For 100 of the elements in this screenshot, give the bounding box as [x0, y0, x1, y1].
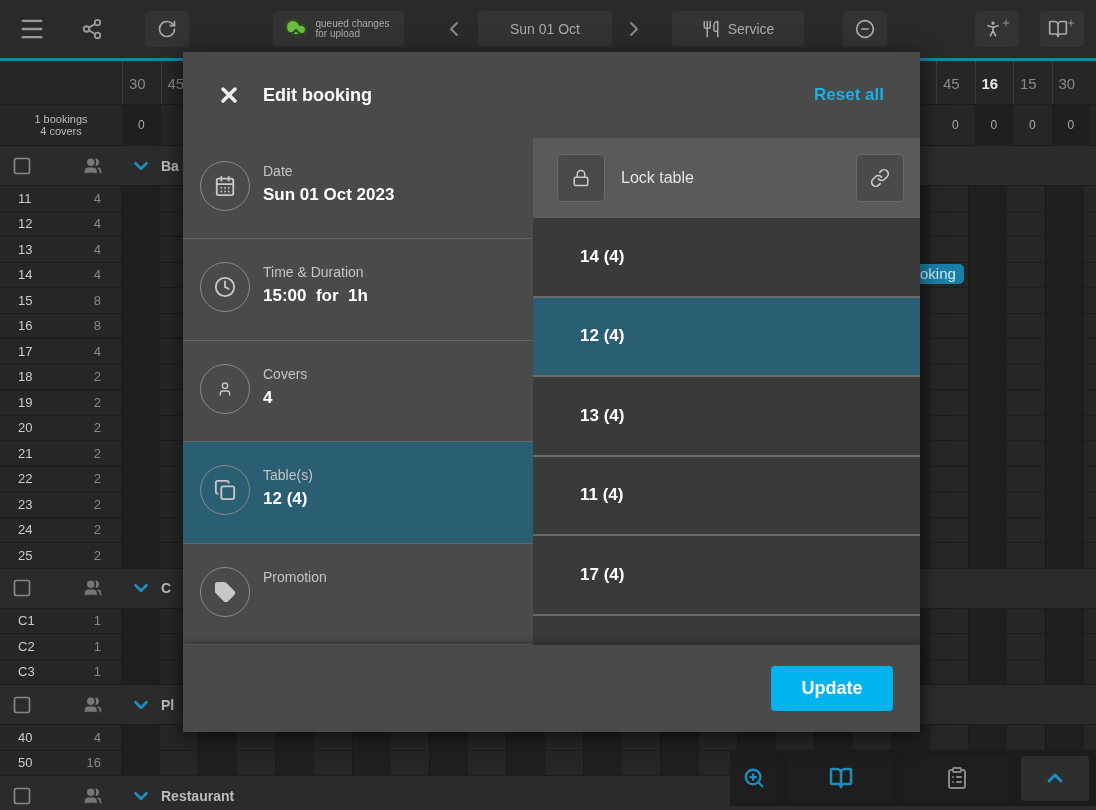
table-covers: 2	[70, 441, 122, 466]
table-name: 16	[0, 313, 70, 338]
link-icon	[870, 168, 890, 188]
table-name: 50	[0, 750, 70, 775]
field-value: Sun 01 Oct 2023	[263, 185, 395, 205]
date-button[interactable]: Sun 01 Oct	[478, 11, 612, 47]
time-label: 16	[974, 61, 1013, 104]
table-name: 21	[0, 441, 70, 466]
count-cell: 0	[974, 105, 1013, 145]
table-covers: 1	[70, 659, 122, 684]
field-value: 12 (4)	[263, 489, 309, 510]
table-covers: 2	[70, 492, 122, 517]
table-covers: 4	[70, 725, 122, 750]
refresh-icon	[157, 19, 177, 39]
block-button[interactable]	[843, 11, 887, 47]
table-name: C3	[0, 659, 70, 684]
booking-field[interactable]: Table(s) 12 (4)	[183, 442, 533, 544]
table-name: 17	[0, 339, 70, 364]
minus-circle-icon	[855, 19, 875, 39]
people-icon	[84, 786, 102, 805]
book-icon	[1048, 19, 1068, 39]
table-name: 20	[0, 415, 70, 440]
table-covers: 8	[70, 288, 122, 313]
people-icon	[84, 695, 102, 714]
table-covers: 4	[70, 211, 122, 236]
refresh-button[interactable]	[145, 11, 189, 47]
table-option[interactable]: 12 (4)	[533, 297, 920, 377]
booking-summary: 1 bookings	[34, 113, 88, 125]
time-label: 45	[936, 61, 975, 104]
table-name: 40	[0, 725, 70, 750]
field-label: Table(s)	[263, 467, 313, 484]
table-name: 25	[0, 543, 70, 568]
table-covers: 4	[70, 237, 122, 262]
clipboard-icon	[945, 766, 969, 790]
booking-field[interactable]: Date Sun 01 Oct 2023	[183, 138, 533, 240]
plus-icon	[1066, 18, 1076, 28]
fork-knife-icon	[701, 20, 720, 38]
booking-summary: 4 covers	[40, 125, 82, 137]
time-label: 15	[1013, 61, 1052, 104]
section-name: Ba	[161, 157, 179, 174]
queued-changes-button[interactable]: queued changes for upload	[273, 11, 404, 47]
table-covers: 4	[70, 339, 122, 364]
field-label: Promotion	[263, 568, 327, 585]
table-covers: 2	[70, 543, 122, 568]
calendar-icon	[214, 175, 236, 197]
table-name: 18	[0, 364, 70, 389]
checkbox-icon[interactable]	[12, 785, 32, 806]
people-icon	[84, 156, 102, 175]
table-name: C2	[0, 634, 70, 659]
time-label: 30	[1051, 61, 1090, 104]
table-covers: 4	[70, 186, 122, 211]
person-icon	[217, 380, 233, 397]
clock-icon	[214, 276, 236, 299]
table-icon	[214, 479, 236, 502]
link-button[interactable]	[856, 154, 904, 202]
plus-icon	[1001, 18, 1011, 28]
booking-field[interactable]: Covers 4	[183, 340, 533, 443]
section-name: C	[161, 580, 172, 596]
table-covers: 2	[70, 415, 122, 440]
lock-label: Lock table	[621, 169, 694, 187]
count-cell: 0	[1051, 105, 1090, 145]
walk-in-button[interactable]	[975, 11, 1019, 47]
field-value: 4	[263, 387, 274, 408]
dialog-title: Edit booking	[263, 84, 372, 106]
table-name: 23	[0, 492, 70, 517]
field-label: Time & Duration	[263, 264, 365, 281]
booking-field[interactable]: Time & Duration 15:00 for 1h	[183, 239, 533, 341]
reset-all-link[interactable]: Reset all	[814, 85, 884, 105]
field-value: 15:00 for 1h	[263, 286, 368, 307]
table-covers: 2	[70, 466, 122, 491]
table-name: 13	[0, 237, 70, 262]
table-name: C1	[0, 608, 70, 633]
cloud-upload-icon	[283, 17, 308, 41]
book-icon	[829, 766, 853, 790]
add-booking-button[interactable]	[1040, 11, 1084, 47]
people-icon	[84, 579, 102, 597]
table-covers: 16	[70, 750, 122, 775]
count-cell: 0	[122, 105, 161, 145]
service-button[interactable]: Service	[672, 11, 804, 47]
booking-field[interactable]: Promotion	[183, 543, 533, 645]
field-label: Date	[263, 163, 294, 179]
lock-icon	[572, 169, 590, 187]
table-covers: 1	[70, 608, 122, 633]
table-covers: 1	[70, 634, 122, 659]
table-name: 24	[0, 517, 70, 542]
table-name: 14	[0, 262, 70, 287]
checkbox-icon[interactable]	[12, 155, 32, 176]
tag-icon	[214, 580, 236, 603]
share-icon[interactable]	[81, 18, 103, 40]
table-name: 15	[0, 288, 70, 313]
time-label: 30	[122, 61, 161, 104]
checkbox-icon[interactable]	[12, 694, 32, 715]
table-name: 11	[0, 186, 70, 211]
table-covers: 2	[70, 390, 122, 415]
checkbox-icon[interactable]	[12, 578, 32, 598]
zoom-in-icon	[743, 767, 765, 789]
table-covers: 2	[70, 517, 122, 542]
lock-button[interactable]	[557, 154, 605, 202]
section-name: Pl	[161, 696, 175, 713]
table-covers: 4	[70, 262, 122, 287]
